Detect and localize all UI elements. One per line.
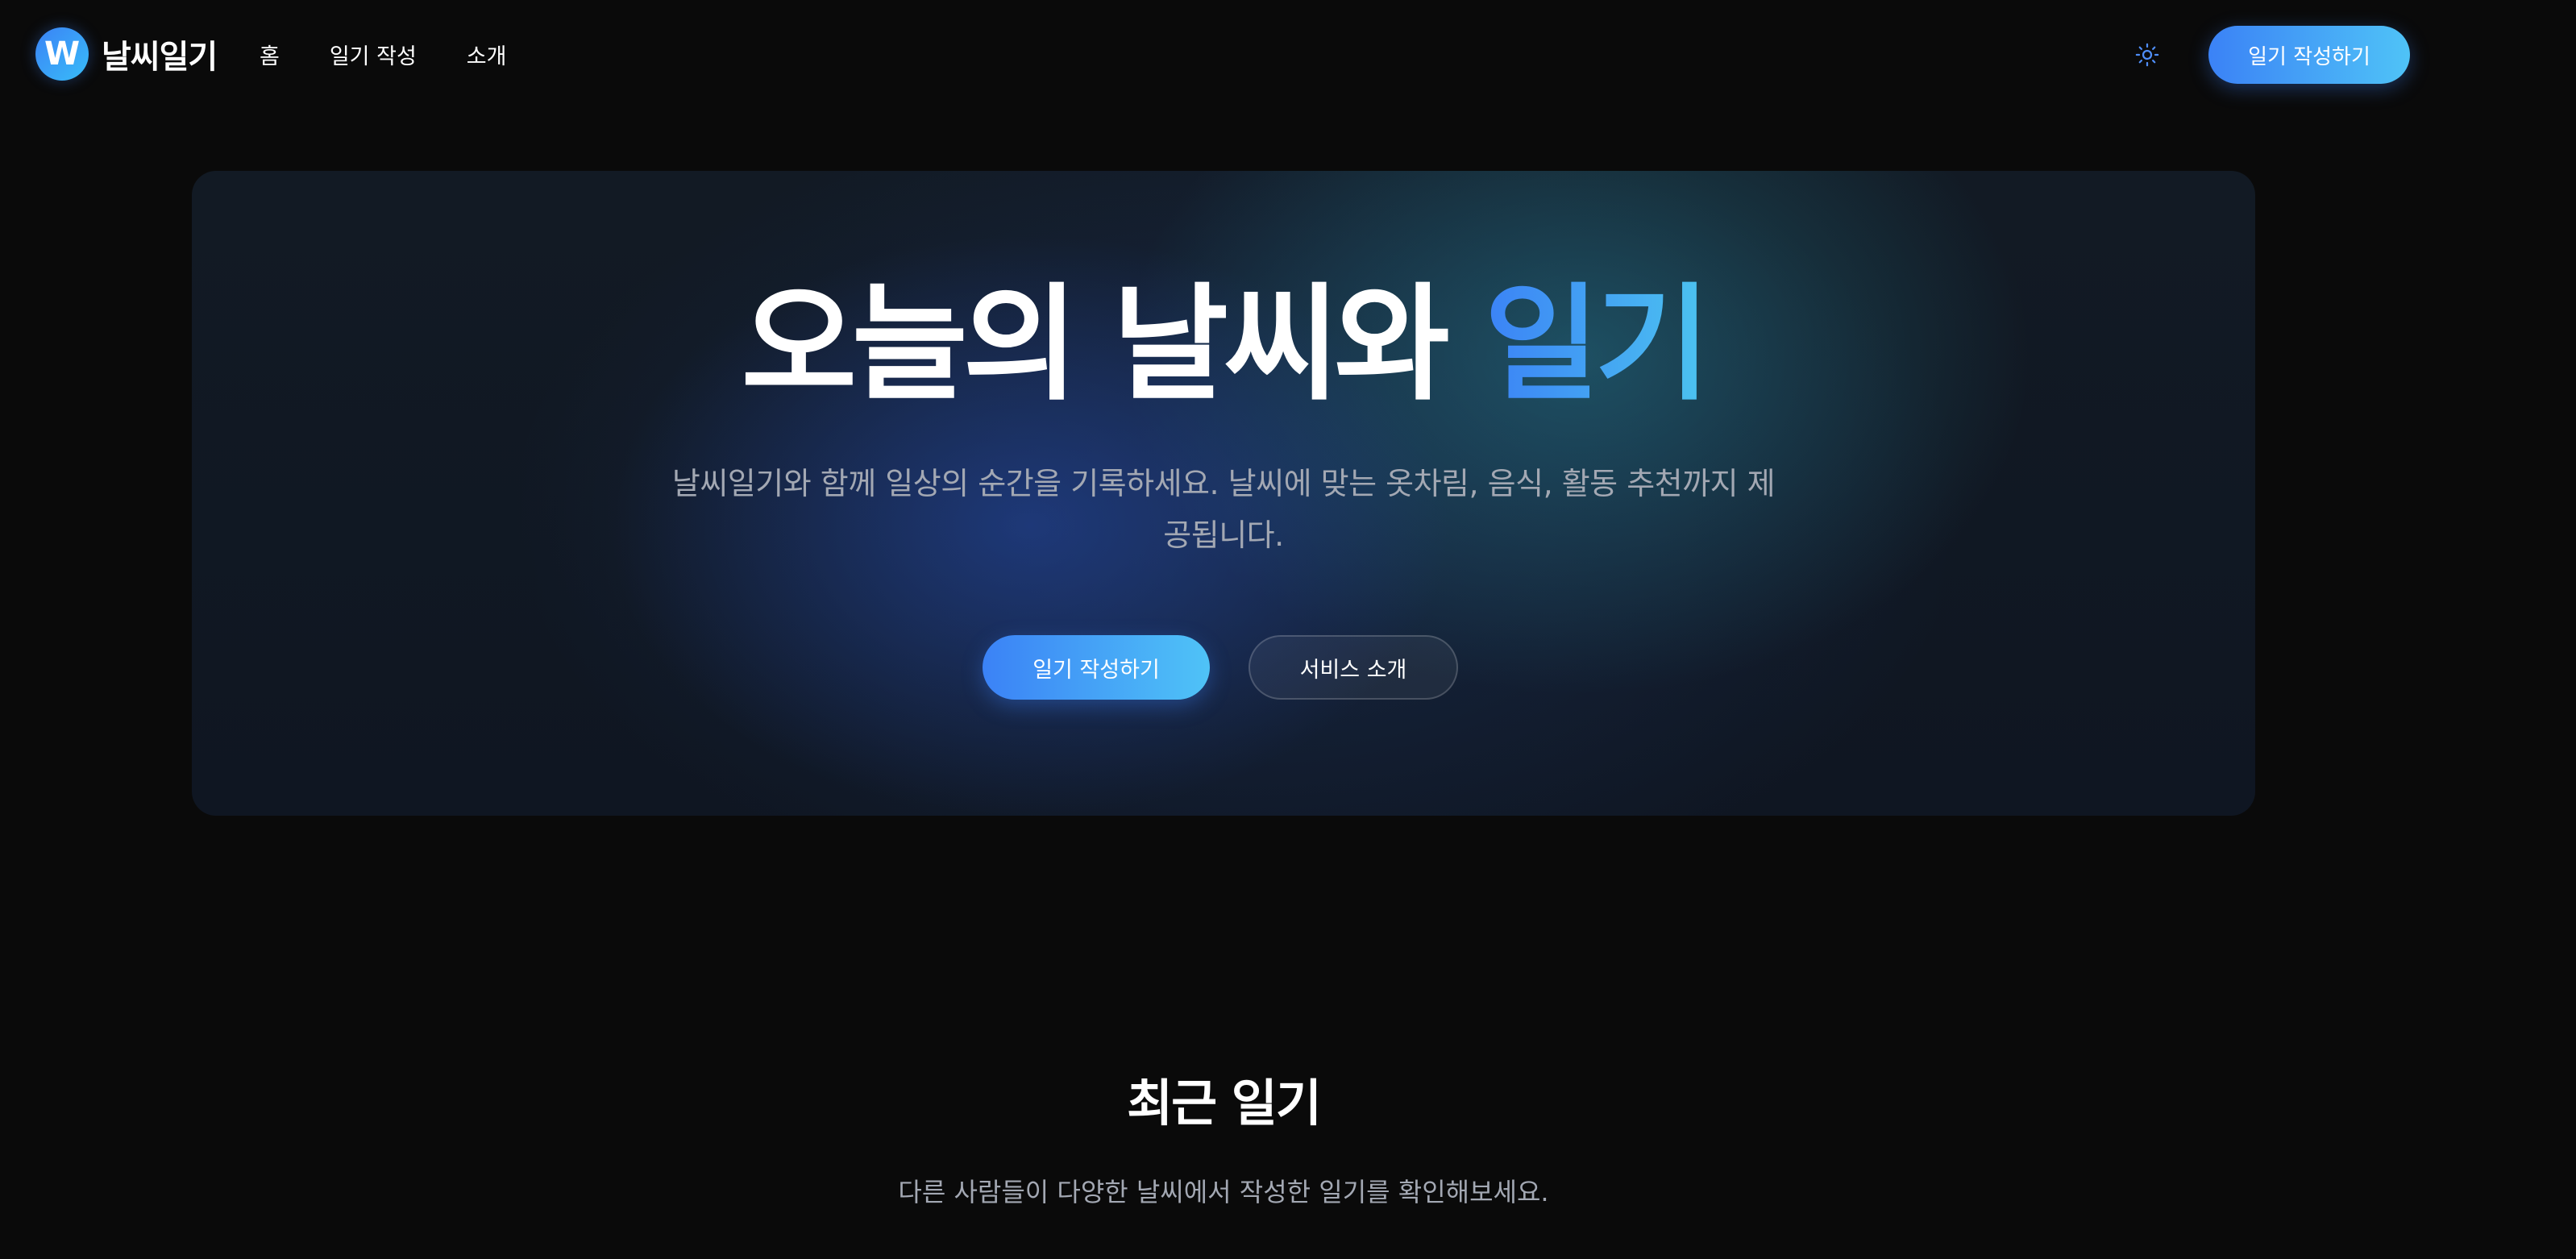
logo-mark: W [35, 27, 89, 81]
recent-diaries-subtitle: 다른 사람들이 다양한 날씨에서 작성한 일기를 확인해보세요. [898, 1177, 1549, 1207]
hero-actions: 일기 작성하기 서비스 소개 [192, 635, 2252, 700]
logo-text: 날씨일기 [102, 39, 218, 76]
main-nav: 홈 일기 작성 소개 [260, 39, 506, 70]
recent-diaries-title: 최근 일기 [1127, 1074, 1322, 1132]
hero-about-service-button[interactable]: 서비스 소개 [1249, 635, 1458, 700]
hero-subtitle: 날씨일기와 함께 일상의 순간을 기록하세요. 날씨에 맞는 옷차림, 음식, … [671, 466, 1776, 553]
nav-link-write-diary[interactable]: 일기 작성 [330, 39, 417, 70]
hero-section: 오늘의 날씨와 일기 날씨일기와 함께 일상의 순간을 기록하세요. 날씨에 맞… [192, 171, 2255, 816]
hero-title-accent: 일기 [1484, 271, 1710, 418]
sun-icon [2135, 43, 2159, 67]
theme-toggle-button[interactable] [2125, 35, 2170, 74]
hero-write-diary-button[interactable]: 일기 작성하기 [983, 635, 1210, 700]
top-navigation-bar: W 날씨일기 홈 일기 작성 소개 일기 작성하기 [0, 0, 2576, 110]
nav-link-home[interactable]: 홈 [260, 39, 280, 70]
hero-title: 오늘의 날씨와 일기 [192, 275, 2255, 414]
header-write-diary-button[interactable]: 일기 작성하기 [2208, 26, 2410, 84]
hero-title-main: 오늘의 날씨와 [741, 271, 1485, 418]
logo-home-link[interactable]: W 날씨일기 [35, 27, 218, 81]
nav-link-about[interactable]: 소개 [467, 39, 507, 70]
